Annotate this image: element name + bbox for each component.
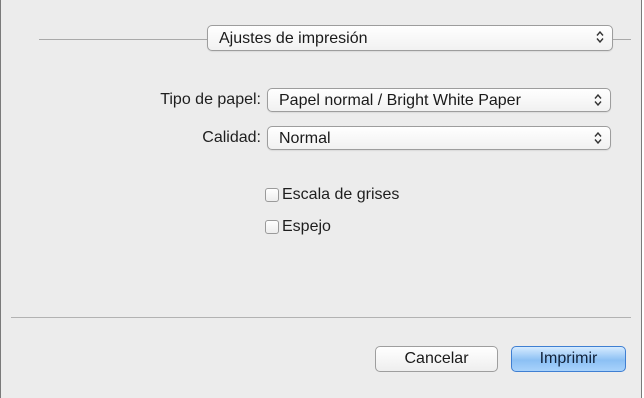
section-divider-left bbox=[39, 39, 207, 40]
mirror-option[interactable]: Espejo bbox=[265, 218, 385, 236]
quality-label: Calidad: bbox=[202, 129, 261, 146]
updown-arrows-icon bbox=[594, 94, 602, 106]
footer-divider bbox=[11, 317, 631, 318]
print-settings-popup-value: Ajustes de impresión bbox=[219, 30, 368, 47]
updown-arrows-icon bbox=[596, 31, 604, 43]
cancel-button[interactable]: Cancelar bbox=[375, 346, 498, 372]
print-settings-popup[interactable]: Ajustes de impresión bbox=[207, 25, 613, 51]
updown-arrows-icon bbox=[594, 132, 602, 144]
mirror-label[interactable]: Espejo bbox=[282, 218, 331, 236]
paper-type-popup[interactable]: Papel normal / Bright White Paper bbox=[267, 88, 611, 112]
paper-type-popup-value: Papel normal / Bright White Paper bbox=[279, 92, 521, 109]
paper-type-label: Tipo de papel: bbox=[160, 91, 261, 108]
print-dialog: Ajustes de impresión Tipo de papel: Pape… bbox=[0, 0, 642, 398]
quality-popup[interactable]: Normal bbox=[267, 126, 611, 150]
print-button[interactable]: Imprimir bbox=[511, 346, 626, 372]
quality-popup-value: Normal bbox=[279, 130, 331, 147]
grayscale-label[interactable]: Escala de grises bbox=[282, 186, 399, 204]
section-divider-right bbox=[613, 39, 631, 40]
grayscale-option[interactable]: Escala de grises bbox=[265, 186, 445, 204]
mirror-checkbox[interactable] bbox=[265, 220, 279, 234]
grayscale-checkbox[interactable] bbox=[265, 188, 279, 202]
